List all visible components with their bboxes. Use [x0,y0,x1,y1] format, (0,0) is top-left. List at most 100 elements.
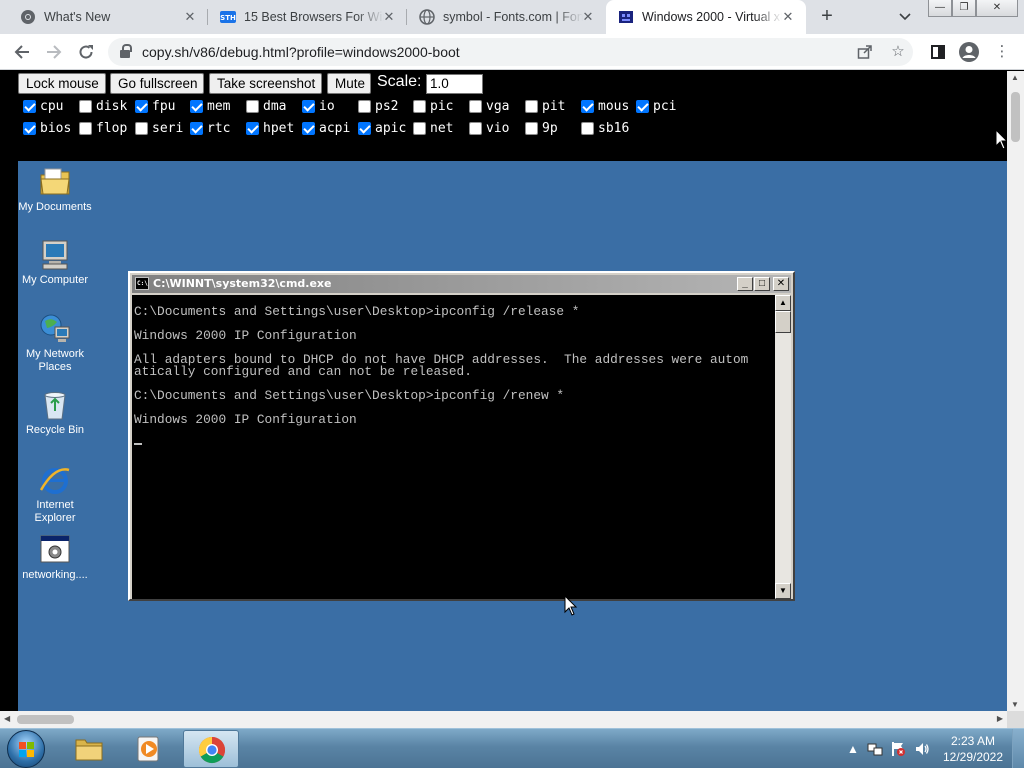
checkbox[interactable] [636,99,649,113]
browser-tab-fonts[interactable]: symbol - Fonts.com | Fonts.com ✕ [407,0,606,34]
lock-icon[interactable] [120,44,132,58]
reload-button[interactable] [74,40,98,64]
debug-checkbox-pci[interactable]: pci [636,99,676,114]
debug-checkbox-net[interactable]: net [413,121,453,136]
tab-search-chevron-icon[interactable] [895,7,915,27]
checkbox[interactable] [79,99,92,113]
cmd-title-bar[interactable]: C:\ C:\WINNT\system32\cmd.exe _ □ ✕ [132,275,791,293]
debug-checkbox-vio[interactable]: vio [469,121,509,136]
page-horizontal-scrollbar[interactable]: ◀ ▶ [0,711,1007,728]
scroll-right-arrow-icon[interactable]: ▶ [997,714,1003,723]
page-scroll-thumb[interactable] [1011,92,1020,142]
taskbar-app-chrome[interactable] [183,730,239,768]
checkbox[interactable] [23,99,36,113]
checkbox[interactable] [413,121,426,135]
debug-checkbox-bios[interactable]: bios [23,121,71,136]
scale-input[interactable]: 1.0 [426,74,483,94]
browser-tab-whats-new[interactable]: What's New ✕ [8,0,208,34]
debug-checkbox-dma[interactable]: dma [246,99,286,114]
minimize-icon[interactable]: _ [737,277,753,291]
debug-checkbox-fpu[interactable]: fpu [135,99,175,114]
go-fullscreen-button[interactable]: Go fullscreen [110,73,204,94]
scroll-down-arrow-icon[interactable]: ▼ [1011,700,1019,709]
checkbox[interactable] [469,121,482,135]
debug-checkbox-rtc[interactable]: rtc [190,121,230,136]
desktop-icon-my-computer[interactable]: My Computer [17,239,93,287]
checkbox[interactable] [246,99,259,113]
checkbox[interactable] [525,121,538,135]
start-button[interactable] [7,730,45,768]
show-hidden-icons-icon[interactable]: ▲ [845,741,861,757]
debug-checkbox-flop[interactable]: flop [79,121,127,136]
scroll-up-arrow-icon[interactable]: ▲ [775,295,791,311]
debug-checkbox-apic[interactable]: apic [358,121,406,136]
checkbox[interactable] [302,99,315,113]
clock-time[interactable]: 2:23 AM [940,734,1006,748]
debug-checkbox-seri[interactable]: seri [135,121,183,136]
close-tab-icon[interactable]: ✕ [381,9,397,25]
desktop-icon-my-network-places[interactable]: My Network Places [17,313,93,374]
checkbox[interactable] [135,99,148,113]
emulator-screen[interactable]: My Documents My Computer My Network Plac… [18,161,1007,711]
forward-button[interactable] [42,40,66,64]
debug-checkbox-sb16[interactable]: sb16 [581,121,629,136]
debug-checkbox-io[interactable]: io [302,99,335,114]
checkbox[interactable] [358,121,371,135]
checkbox[interactable] [190,121,203,135]
checkbox[interactable] [190,99,203,113]
checkbox[interactable] [135,121,148,135]
restore-window-button[interactable]: ❐ [952,0,976,17]
bookmark-star-icon[interactable]: ☆ [886,40,910,64]
scroll-left-arrow-icon[interactable]: ◀ [4,714,10,723]
minimize-window-button[interactable]: — [928,0,952,17]
profile-avatar-icon[interactable] [957,40,981,64]
clock-date[interactable]: 12/29/2022 [940,750,1006,764]
debug-checkbox-disk[interactable]: disk [79,99,127,114]
share-icon[interactable] [853,40,877,64]
checkbox[interactable] [581,99,594,113]
close-tab-icon[interactable]: ✕ [580,9,596,25]
checkbox[interactable] [79,121,92,135]
checkbox[interactable] [302,121,315,135]
checkbox[interactable] [23,121,36,135]
address-bar[interactable]: copy.sh/v86/debug.html?profile=windows20… [108,38,913,66]
action-center-flag-icon[interactable] [890,741,906,757]
debug-checkbox-pit[interactable]: pit [525,99,565,114]
page-vertical-scrollbar[interactable]: ▲ ▼ [1007,71,1024,711]
debug-checkbox-vga[interactable]: vga [469,99,509,114]
page-hscroll-thumb[interactable] [17,715,74,724]
debug-checkbox-ps2[interactable]: ps2 [358,99,398,114]
desktop-icon-my-documents[interactable]: My Documents [17,166,93,214]
checkbox[interactable] [358,99,371,113]
back-button[interactable] [10,40,34,64]
debug-checkbox-mous[interactable]: mous [581,99,629,114]
lock-mouse-button[interactable]: Lock mouse [18,73,106,94]
browser-tab-windows2000[interactable]: Windows 2000 - Virtual x86 ✕ [606,0,806,34]
close-tab-icon[interactable]: ✕ [780,9,796,25]
console-scrollbar[interactable]: ▲ ▼ [775,295,791,599]
scroll-up-arrow-icon[interactable]: ▲ [1011,73,1019,82]
debug-checkbox-cpu[interactable]: cpu [23,99,63,114]
show-desktop-button[interactable] [1012,729,1024,768]
checkbox[interactable] [469,99,482,113]
new-tab-button[interactable]: + [815,5,839,29]
desktop-icon-internet-explorer[interactable]: Internet Explorer [17,464,93,525]
volume-speaker-icon[interactable] [914,741,930,757]
desktop-icon-networking-setup[interactable]: networking.... [17,534,93,582]
taskbar-app-file-explorer[interactable] [61,730,117,768]
network-status-icon[interactable] [867,741,883,757]
url-text[interactable]: copy.sh/v86/debug.html?profile=windows20… [142,44,460,60]
checkbox[interactable] [581,121,594,135]
browser-tab-best-browsers[interactable]: STH 15 Best Browsers For Windows ✕ [208,0,407,34]
debug-checkbox-9p[interactable]: 9p [525,121,558,136]
debug-checkbox-hpet[interactable]: hpet [246,121,294,136]
side-panel-icon[interactable] [926,40,950,64]
debug-checkbox-mem[interactable]: mem [190,99,230,114]
debug-checkbox-acpi[interactable]: acpi [302,121,350,136]
checkbox[interactable] [246,121,259,135]
checkbox[interactable] [413,99,426,113]
close-icon[interactable]: ✕ [773,277,789,291]
taskbar-app-media-player[interactable] [121,730,177,768]
desktop-icon-recycle-bin[interactable]: Recycle Bin [17,389,93,437]
maximize-icon[interactable]: □ [754,277,770,291]
